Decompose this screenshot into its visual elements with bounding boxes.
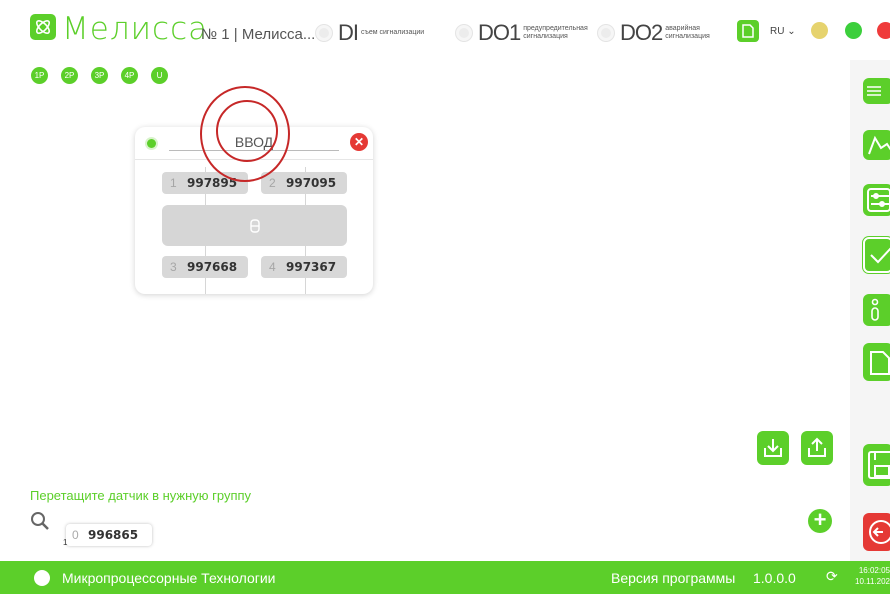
sensor-index: 1 [170, 176, 177, 190]
indicator-dot [316, 25, 332, 41]
indicator-dot [598, 25, 614, 41]
indicator-code: DO1 [478, 20, 521, 45]
list-icon[interactable] [863, 78, 890, 104]
app-brand: Мелисса [62, 11, 209, 47]
sensor-slot-icon [249, 218, 260, 233]
date-text: 10.11.202 [855, 577, 890, 586]
indicator-label: предупредительная сигнализация [523, 25, 588, 40]
sensor-chip[interactable]: 3 997668 [162, 256, 248, 278]
sensor-index: 0 [72, 528, 79, 542]
melissa-logo-icon [30, 14, 56, 40]
group-status-dot [147, 139, 156, 148]
company-name: Микропроцессорные Технологии [62, 570, 276, 586]
indicator-label: съем сигнализации [361, 29, 425, 36]
phase-badge[interactable]: 4P [121, 67, 138, 84]
indicator-code: DI [338, 20, 359, 45]
sensor-id: 997367 [286, 260, 337, 274]
download-icon [764, 439, 782, 457]
sensor-subindex: 1 [63, 538, 68, 547]
language-select[interactable]: RU ⌄ [770, 26, 796, 37]
phase-badge[interactable]: U [151, 67, 168, 84]
app-header: Мелисса № 1 | Мелисса... DI съем сигнали… [0, 0, 890, 60]
sensor-index: 2 [269, 176, 276, 190]
close-icon[interactable]: ✕ [350, 133, 368, 151]
settings-sliders-icon[interactable] [863, 184, 890, 216]
version-number: 1.0.0.0 [753, 570, 796, 586]
indicator-code: DO2 [620, 20, 663, 45]
phase-badge[interactable]: 1P [31, 67, 48, 84]
datetime: 16:02:05 10.11.202 [844, 565, 890, 587]
version-label: Версия программы [611, 570, 736, 586]
file-icon[interactable] [737, 20, 759, 42]
status-bar: Микропроцессорные Технологии Версия прог… [0, 561, 890, 594]
export-button[interactable] [801, 431, 833, 465]
device-selector[interactable]: № 1 | Мелисса... [201, 26, 315, 43]
status-circle-yellow[interactable] [811, 22, 828, 39]
phase-badge[interactable]: 2P [61, 67, 78, 84]
status-circle-green[interactable] [845, 22, 862, 39]
highlight-ring [216, 100, 278, 162]
save-icon[interactable] [863, 444, 890, 486]
sensor-id: 997668 [187, 260, 238, 274]
sensor-index: 3 [170, 260, 177, 274]
import-button[interactable] [757, 431, 789, 465]
indicator-label: аварийная сигнализация [665, 25, 710, 40]
info-icon[interactable] [863, 294, 890, 326]
phase-badge[interactable]: 3P [91, 67, 108, 84]
sensor-id: 997095 [286, 176, 337, 190]
sensor-chip[interactable]: 2 997095 [261, 172, 347, 194]
indicator-dot [456, 25, 472, 41]
logout-icon[interactable] [863, 513, 890, 551]
sensor-drop-slot[interactable] [162, 205, 347, 246]
indicator-do2: DO2 аварийная сигнализация [598, 20, 735, 46]
chart-icon[interactable] [863, 130, 890, 160]
sensor-id: 996865 [88, 528, 139, 542]
time-text: 16:02:05 [858, 566, 890, 575]
file-icon[interactable] [863, 343, 890, 381]
search-icon[interactable] [30, 511, 50, 536]
sensor-index: 4 [269, 260, 276, 274]
drag-hint: Перетащите датчик в нужную группу [30, 488, 252, 503]
add-button[interactable]: + [808, 509, 832, 533]
sensor-chip[interactable]: 4 997367 [261, 256, 347, 278]
indicator-di: DI съем сигнализации [316, 20, 431, 46]
company-logo-icon [34, 570, 50, 586]
indicator-do1: DO1 предупредительная сигнализация [456, 20, 593, 46]
upload-icon [808, 437, 826, 457]
sync-icon[interactable]: ⟳ [826, 568, 838, 585]
check-icon[interactable] [863, 237, 890, 273]
status-circle-red[interactable] [877, 22, 890, 39]
free-sensor-chip[interactable]: 1 0 996865 [63, 524, 152, 547]
